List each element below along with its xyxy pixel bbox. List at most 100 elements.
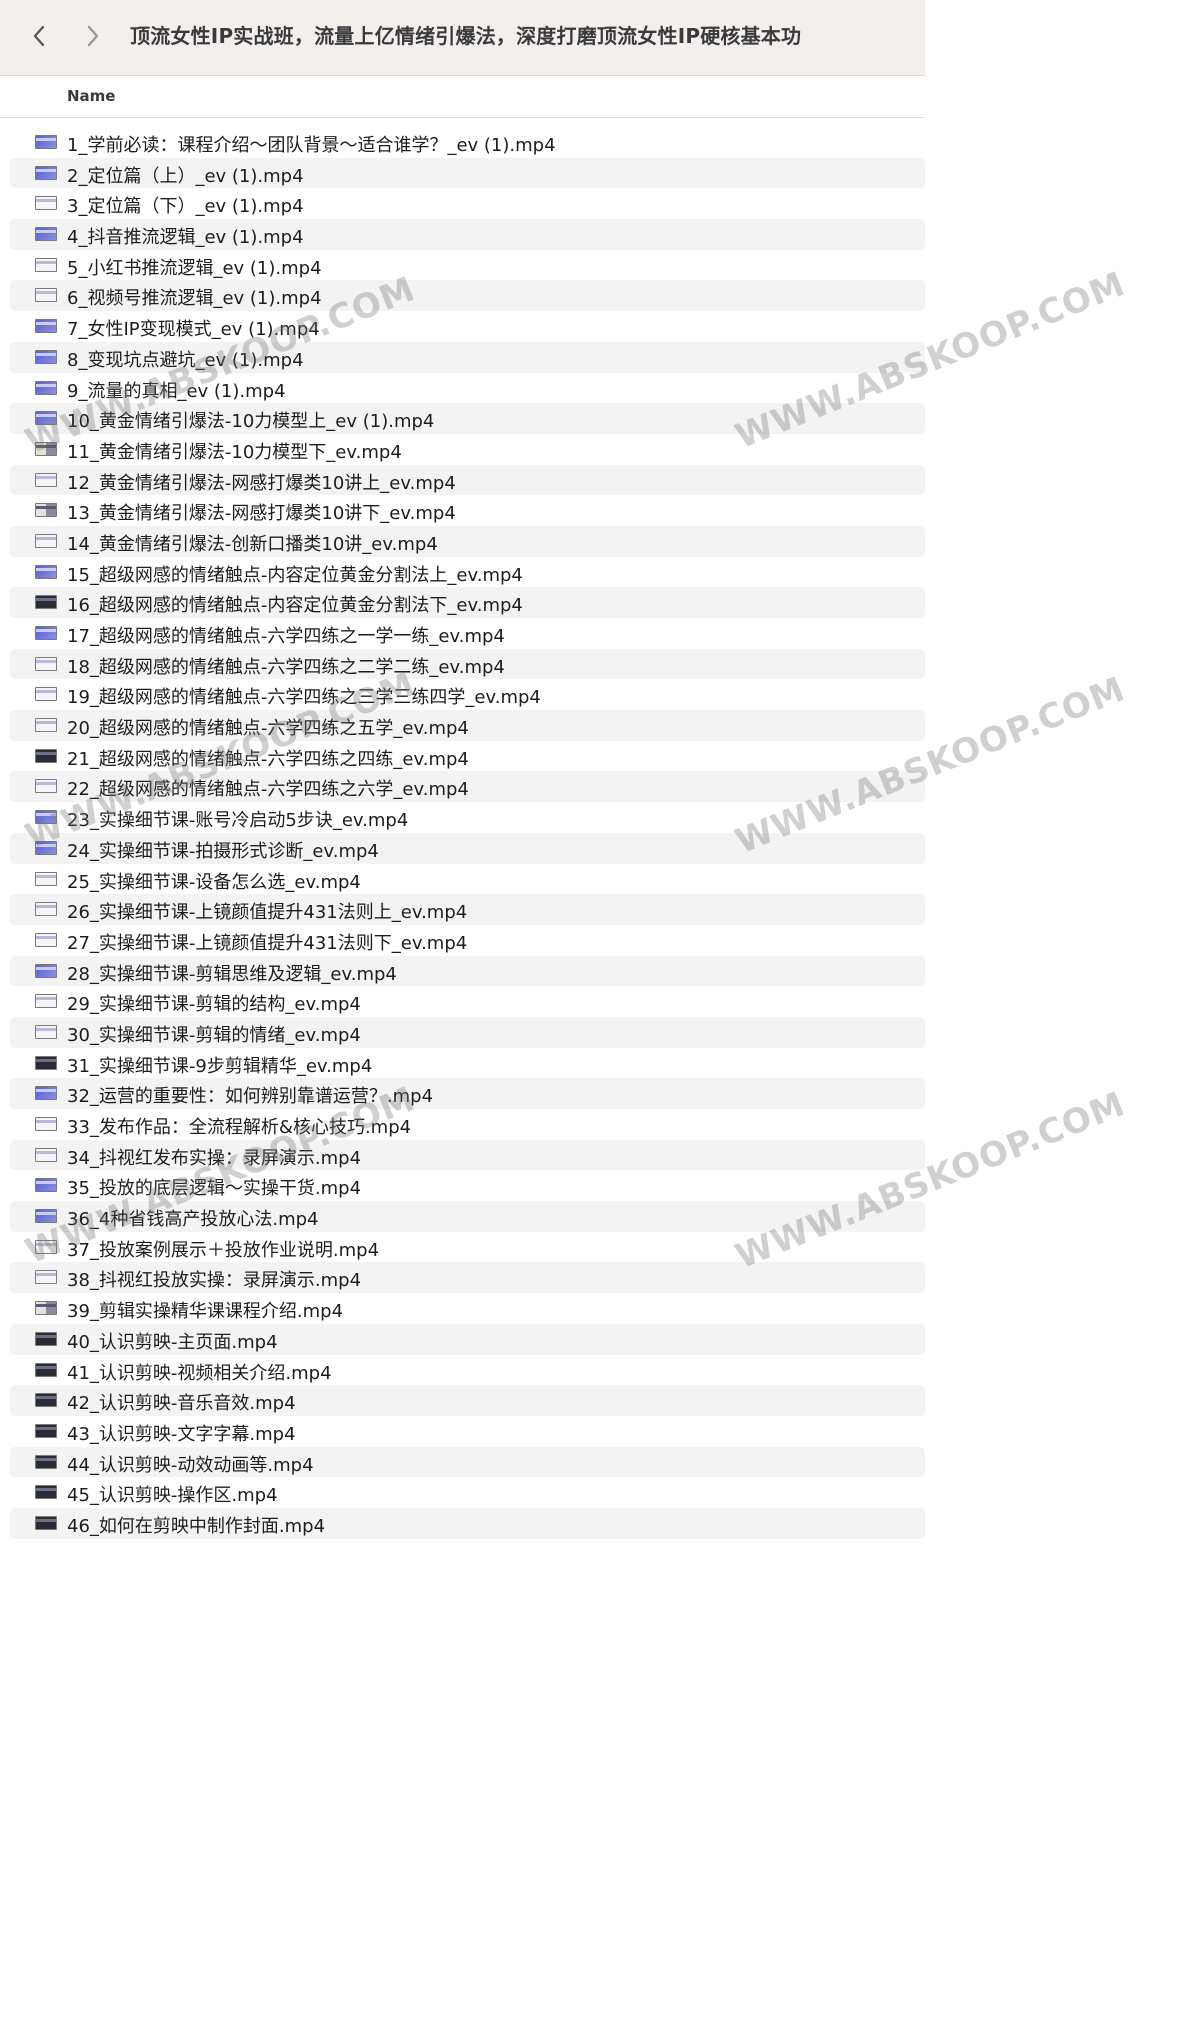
file-row[interactable]: 30_实操细节课-剪辑的情绪_ev.mp4 <box>10 1016 925 1048</box>
video-file-icon <box>35 1147 57 1162</box>
back-button[interactable] <box>26 19 52 53</box>
file-name: 7_女性IP变现模式_ev (1).mp4 <box>67 319 320 341</box>
file-name: 10_黄金情绪引爆法-10力模型上_ev (1).mp4 <box>67 411 435 433</box>
file-row[interactable]: 21_超级网感的情绪触点-六学四练之四练_ev.mp4 <box>10 741 925 772</box>
file-name: 9_流量的真相_ev (1).mp4 <box>67 380 286 402</box>
file-row[interactable]: 2_定位篇（上）_ev (1).mp4 <box>10 157 925 189</box>
file-row[interactable]: 36_4种省钱高产投放心法.mp4 <box>10 1201 925 1232</box>
column-header-name[interactable]: Name <box>67 87 115 105</box>
file-row[interactable]: 5_小红书推流逻辑_ev (1).mp4 <box>10 250 925 281</box>
file-name: 30_实操细节课-剪辑的情绪_ev.mp4 <box>67 1024 361 1046</box>
file-name: 29_实操细节课-剪辑的结构_ev.mp4 <box>67 994 361 1016</box>
file-row[interactable]: 7_女性IP变现模式_ev (1).mp4 <box>10 311 925 342</box>
file-row[interactable]: 40_认识剪映-主页面.mp4 <box>10 1323 925 1355</box>
file-name: 40_认识剪映-主页面.mp4 <box>67 1331 278 1353</box>
file-name: 13_黄金情绪引爆法-网感打爆类10讲下_ev.mp4 <box>67 503 456 525</box>
file-row[interactable]: 39_剪辑实操精华课课程介绍.mp4 <box>10 1293 925 1324</box>
video-file-icon <box>35 503 57 518</box>
file-row[interactable]: 31_实操细节课-9步剪辑精华_ev.mp4 <box>10 1048 925 1079</box>
video-file-icon <box>35 1055 57 1070</box>
file-row[interactable]: 27_实操细节课-上镜颜值提升431法则下_ev.mp4 <box>10 925 925 956</box>
file-row[interactable]: 16_超级网感的情绪触点-内容定位黄金分割法下_ev.mp4 <box>10 587 925 618</box>
video-file-icon <box>35 810 57 825</box>
file-row[interactable]: 25_实操细节课-设备怎么选_ev.mp4 <box>10 864 925 895</box>
video-file-icon <box>35 902 57 917</box>
video-file-icon <box>35 1454 57 1469</box>
file-name: 21_超级网感的情绪触点-六学四练之四练_ev.mp4 <box>67 748 469 770</box>
file-name: 24_实操细节课-拍摄形式诊断_ev.mp4 <box>67 840 379 862</box>
file-name: 36_4种省钱高产投放心法.mp4 <box>67 1209 319 1231</box>
file-row[interactable]: 38_抖视红投放实操：录屏演示.mp4 <box>10 1262 925 1294</box>
video-file-icon <box>35 319 57 334</box>
video-file-icon <box>35 1301 57 1316</box>
video-file-icon <box>35 595 57 610</box>
file-row[interactable]: 12_黄金情绪引爆法-网感打爆类10讲上_ev.mp4 <box>10 464 925 496</box>
window-title: 顶流女性IP实战班，流量上亿情绪引爆法，深度打磨顶流女性IP硬核基本功 <box>130 24 802 48</box>
file-row[interactable]: 3_定位篇（下）_ev (1).mp4 <box>10 188 925 219</box>
file-name: 39_剪辑实操精华课课程介绍.mp4 <box>67 1301 344 1323</box>
file-row[interactable]: 28_实操细节课-剪辑思维及逻辑_ev.mp4 <box>10 955 925 987</box>
video-file-icon <box>35 196 57 211</box>
video-file-icon <box>35 871 57 886</box>
file-name: 4_抖音推流逻辑_ev (1).mp4 <box>67 227 304 249</box>
file-name: 2_定位篇（上）_ev (1).mp4 <box>67 165 304 187</box>
video-file-icon <box>35 441 57 456</box>
forward-button[interactable] <box>80 19 106 53</box>
file-row[interactable]: 34_抖视红发布实操：录屏演示.mp4 <box>10 1139 925 1171</box>
file-row[interactable]: 42_认识剪映-音乐音效.mp4 <box>10 1385 925 1416</box>
file-row[interactable]: 46_如何在剪映中制作封面.mp4 <box>10 1507 925 1539</box>
file-row[interactable]: 43_认识剪映-文字字幕.mp4 <box>10 1416 925 1447</box>
file-name: 15_超级网感的情绪触点-内容定位黄金分割法上_ev.mp4 <box>67 564 523 586</box>
file-name: 41_认识剪映-视频相关介绍.mp4 <box>67 1362 332 1384</box>
video-file-icon <box>35 349 57 364</box>
window-titlebar: 顶流女性IP实战班，流量上亿情绪引爆法，深度打磨顶流女性IP硬核基本功 <box>0 0 925 76</box>
video-file-icon <box>35 994 57 1009</box>
file-name: 5_小红书推流逻辑_ev (1).mp4 <box>67 257 322 279</box>
video-file-icon <box>35 165 57 180</box>
file-row[interactable]: 22_超级网感的情绪触点-六学四练之六学_ev.mp4 <box>10 771 925 803</box>
file-row[interactable]: 45_认识剪映-操作区.mp4 <box>10 1477 925 1508</box>
video-file-icon <box>35 564 57 579</box>
file-row[interactable]: 8_变现坑点避坑_ev (1).mp4 <box>10 341 925 373</box>
file-row[interactable]: 33_发布作品：全流程解析&核心技巧.mp4 <box>10 1109 925 1140</box>
file-row[interactable]: 44_认识剪映-动效动画等.mp4 <box>10 1446 925 1478</box>
file-name: 45_认识剪映-操作区.mp4 <box>67 1485 278 1507</box>
video-file-icon <box>35 1515 57 1530</box>
file-name: 38_抖视红投放实操：录屏演示.mp4 <box>67 1270 362 1292</box>
file-row[interactable]: 13_黄金情绪引爆法-网感打爆类10讲下_ev.mp4 <box>10 495 925 526</box>
file-row[interactable]: 37_投放案例展示＋投放作业说明.mp4 <box>10 1232 925 1263</box>
file-name: 23_实操细节课-账号冷启动5步诀_ev.mp4 <box>67 810 409 832</box>
video-file-icon <box>35 626 57 640</box>
file-row[interactable]: 35_投放的底层逻辑～实操干货.mp4 <box>10 1170 925 1201</box>
video-file-icon <box>35 1331 57 1346</box>
file-row[interactable]: 14_黄金情绪引爆法-创新口播类10讲_ev.mp4 <box>10 525 925 557</box>
file-name: 20_超级网感的情绪触点-六学四练之五学_ev.mp4 <box>67 718 469 740</box>
file-name: 37_投放案例展示＋投放作业说明.mp4 <box>67 1239 380 1261</box>
video-file-icon <box>35 963 57 978</box>
file-row[interactable]: 11_黄金情绪引爆法-10力模型下_ev.mp4 <box>10 434 925 465</box>
video-file-icon <box>35 411 57 426</box>
video-file-icon <box>35 718 57 733</box>
file-name: 11_黄金情绪引爆法-10力模型下_ev.mp4 <box>67 441 402 463</box>
file-row[interactable]: 1_学前必读：课程介绍～团队背景～适合谁学？_ev (1).mp4 <box>10 127 925 158</box>
file-row[interactable]: 17_超级网感的情绪触点-六学四练之一学一练_ev.mp4 <box>10 618 925 649</box>
video-file-icon <box>35 533 57 548</box>
file-row[interactable]: 29_实操细节课-剪辑的结构_ev.mp4 <box>10 986 925 1017</box>
file-name: 32_运营的重要性：如何辨别靠谱运营？.mp4 <box>67 1086 434 1108</box>
file-row[interactable]: 15_超级网感的情绪触点-内容定位黄金分割法上_ev.mp4 <box>10 557 925 588</box>
file-row[interactable]: 20_超级网感的情绪触点-六学四练之五学_ev.mp4 <box>10 710 925 741</box>
file-row[interactable]: 32_运营的重要性：如何辨别靠谱运营？.mp4 <box>10 1078 925 1109</box>
file-row[interactable]: 4_抖音推流逻辑_ev (1).mp4 <box>10 219 925 250</box>
file-row[interactable]: 41_认识剪映-视频相关介绍.mp4 <box>10 1355 925 1386</box>
video-file-icon <box>35 840 57 855</box>
file-row[interactable]: 26_实操细节课-上镜颜值提升431法则上_ev.mp4 <box>10 894 925 925</box>
file-row[interactable]: 24_实操细节课-拍摄形式诊断_ev.mp4 <box>10 832 925 864</box>
file-row[interactable]: 10_黄金情绪引爆法-10力模型上_ev (1).mp4 <box>10 403 925 434</box>
file-row[interactable]: 19_超级网感的情绪触点-六学四练之三学三练四学_ev.mp4 <box>10 679 925 710</box>
file-row[interactable]: 6_视频号推流逻辑_ev (1).mp4 <box>10 280 925 312</box>
file-row[interactable]: 18_超级网感的情绪触点-六学四练之二学二练_ev.mp4 <box>10 648 925 680</box>
file-row[interactable]: 23_实操细节课-账号冷启动5步诀_ev.mp4 <box>10 802 925 833</box>
file-row[interactable]: 9_流量的真相_ev (1).mp4 <box>10 373 925 404</box>
video-file-icon <box>35 656 57 671</box>
video-file-icon <box>35 779 57 794</box>
